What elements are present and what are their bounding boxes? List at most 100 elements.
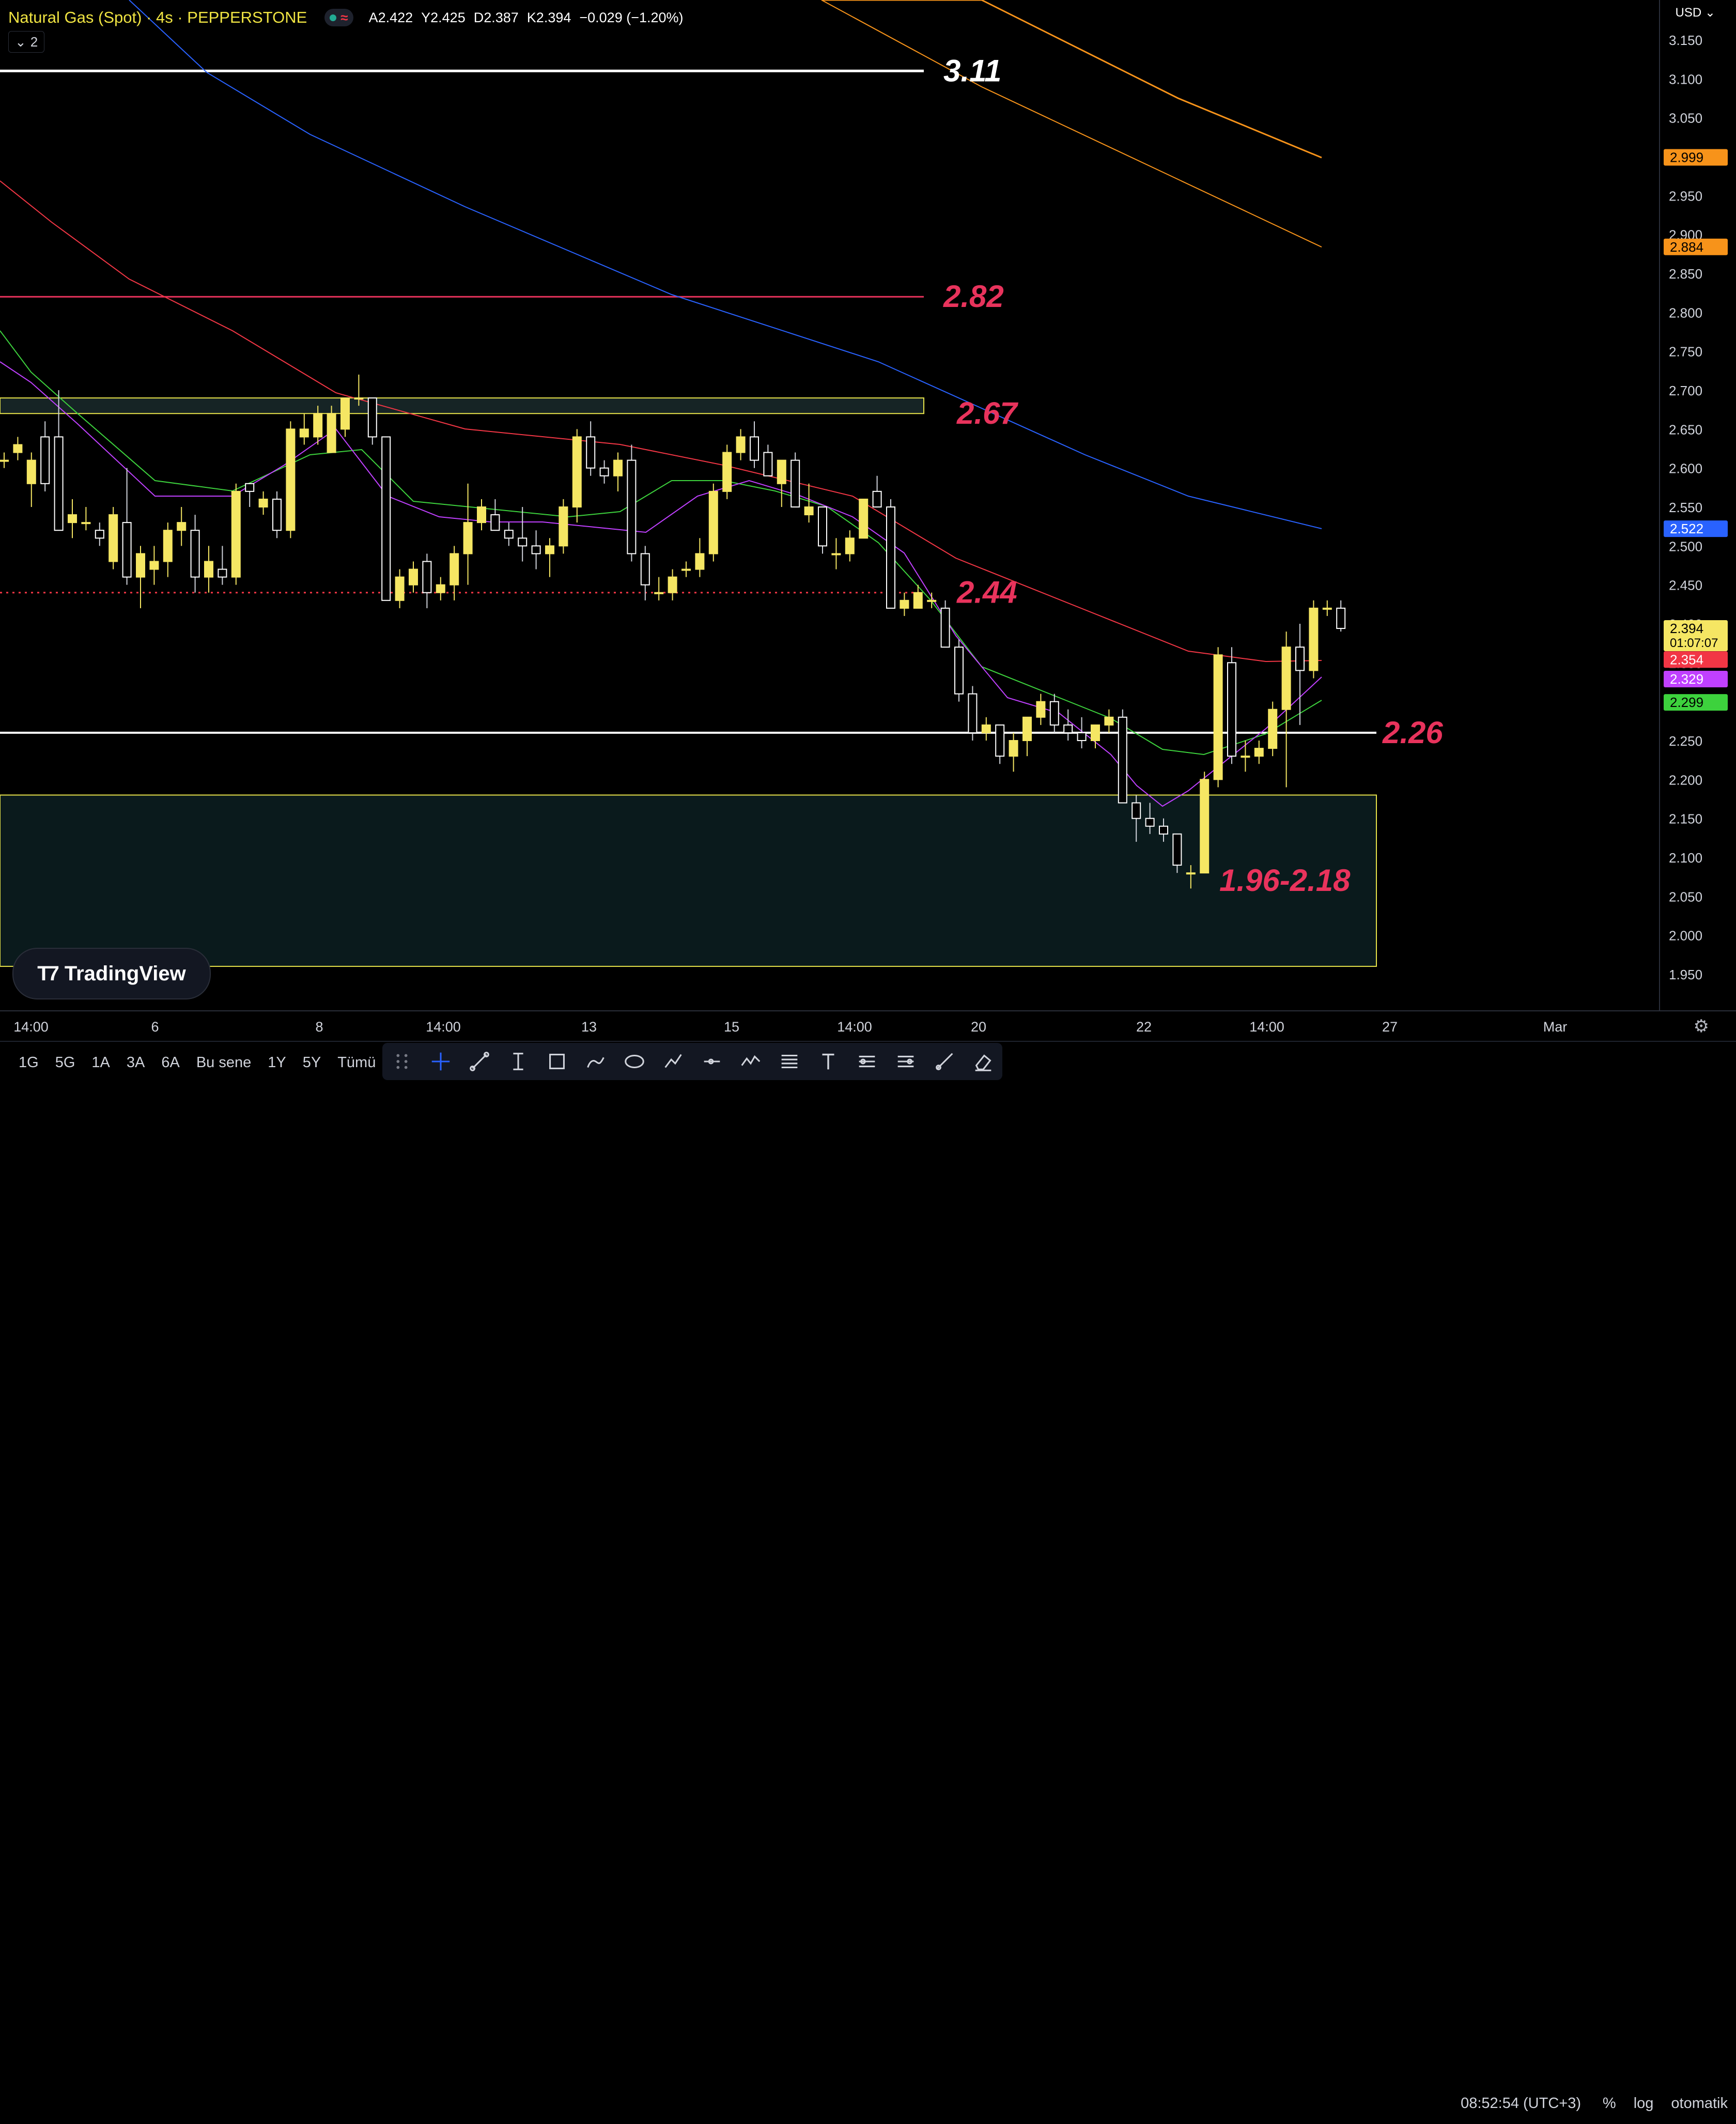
candle-body[interactable] — [1104, 716, 1114, 726]
candle-body[interactable] — [1159, 825, 1168, 835]
brush-icon[interactable] — [580, 1046, 611, 1077]
resistance-zone-box[interactable] — [0, 397, 924, 414]
candle-body[interactable] — [1336, 607, 1346, 629]
level-annotation[interactable]: 2.26 — [1382, 715, 1443, 750]
candle-body[interactable] — [900, 599, 909, 609]
candle-body[interactable] — [1063, 724, 1073, 733]
timeframe-tümü[interactable]: Tümü — [329, 1054, 384, 1071]
candle-body[interactable] — [1309, 607, 1319, 671]
rectangle-icon[interactable] — [541, 1046, 572, 1077]
candle-body[interactable] — [981, 724, 991, 733]
timeframe-1a[interactable]: 1A — [83, 1054, 118, 1071]
candle-body[interactable] — [1322, 607, 1332, 610]
candle-body[interactable] — [572, 436, 582, 508]
candle-body[interactable] — [545, 545, 554, 555]
timeframe-1y[interactable]: 1Y — [259, 1054, 294, 1071]
candle-body[interactable] — [586, 436, 596, 469]
timeframe-6a[interactable]: 6A — [153, 1054, 188, 1071]
candle-body[interactable] — [1213, 654, 1223, 780]
candle-body[interactable] — [613, 459, 623, 476]
candle-body[interactable] — [122, 522, 132, 578]
timeframe-1g[interactable]: 1G — [10, 1054, 47, 1071]
fib-retracement-icon[interactable] — [774, 1046, 805, 1077]
candle-body[interactable] — [845, 537, 855, 555]
level-annotation[interactable]: 1.96-2.18 — [1219, 863, 1351, 898]
candle-body[interactable] — [927, 599, 937, 602]
candle-body[interactable] — [313, 413, 323, 438]
forecast-icon[interactable] — [890, 1046, 921, 1077]
candle-body[interactable] — [136, 553, 145, 578]
candle-body[interactable] — [1009, 740, 1018, 757]
ruler-icon[interactable] — [929, 1046, 960, 1077]
path-icon[interactable] — [658, 1046, 689, 1077]
candle-body[interactable] — [708, 490, 718, 555]
candle-body[interactable] — [245, 483, 255, 492]
moving-average-line-1[interactable] — [821, 0, 1322, 248]
symbol-title[interactable]: Natural Gas (Spot) · 4s · PEPPERSTONE — [8, 8, 307, 27]
chart-canvas[interactable]: 3.11 2.82 2.67 2.44 2.26 1.96-2.18 3.150 3.100… — [0, 0, 1736, 1041]
candle-body[interactable] — [177, 522, 187, 531]
candle-body[interactable] — [422, 561, 432, 593]
timeframe-5y[interactable]: 5Y — [295, 1054, 329, 1071]
candle-body[interactable] — [599, 467, 609, 476]
candle-body[interactable] — [995, 724, 1005, 757]
candle-body[interactable] — [40, 436, 50, 484]
candle-body[interactable] — [940, 607, 950, 648]
xabcd-pattern-icon[interactable] — [735, 1046, 766, 1077]
candle-body[interactable] — [1022, 716, 1032, 742]
candle-body[interactable] — [968, 693, 978, 733]
candle-body[interactable] — [1268, 709, 1278, 749]
level-annotation[interactable]: 2.82 — [943, 279, 1004, 314]
candle-body[interactable] — [818, 506, 827, 547]
clock[interactable]: 08:52:54 (UTC+3) — [1461, 2083, 1581, 2124]
candle-body[interactable] — [518, 537, 528, 547]
candle-body[interactable] — [1200, 779, 1210, 874]
candle-body[interactable] — [1049, 701, 1059, 726]
candle-body[interactable] — [477, 506, 486, 524]
candle-body[interactable] — [1091, 724, 1100, 742]
candle-body[interactable] — [204, 561, 213, 578]
candle-body[interactable] — [654, 592, 664, 594]
currency-select[interactable]: USD ⌄ — [1676, 5, 1715, 20]
candle-body[interactable] — [258, 498, 268, 508]
candle-body[interactable] — [1186, 872, 1196, 875]
crosshair-icon[interactable] — [425, 1046, 456, 1077]
candle-body[interactable] — [490, 514, 500, 531]
indicators-toggle[interactable]: ⌄ 2 — [8, 31, 45, 53]
candle-body[interactable] — [68, 514, 77, 524]
moving-average-line-3[interactable] — [0, 180, 1322, 663]
candle-body[interactable] — [299, 428, 309, 438]
moving-average-line-2[interactable] — [129, 0, 1322, 529]
candle-body[interactable] — [0, 459, 9, 462]
candle-body[interactable] — [1118, 716, 1127, 804]
candle-body[interactable] — [340, 397, 350, 430]
candle-body[interactable] — [395, 576, 405, 601]
candle-body[interactable] — [1172, 833, 1182, 866]
candle-body[interactable] — [149, 561, 159, 570]
demand-zone-box[interactable] — [0, 794, 1377, 967]
candle-body[interactable] — [886, 506, 895, 609]
candle-body[interactable] — [668, 576, 677, 593]
log-toggle[interactable]: log — [1634, 2095, 1654, 2112]
candle-body[interactable] — [409, 568, 418, 586]
candle-body[interactable] — [722, 452, 732, 492]
ellipse-icon[interactable] — [619, 1046, 650, 1077]
candle-body[interactable] — [872, 490, 882, 507]
timeframe-5g[interactable]: 5G — [47, 1054, 84, 1071]
candle-body[interactable] — [1241, 756, 1250, 758]
candle-body[interactable] — [109, 514, 118, 562]
candle-body[interactable] — [163, 530, 173, 562]
candle-body[interactable] — [1281, 647, 1291, 710]
timeframe-bu-sene[interactable]: Bu sene — [188, 1054, 259, 1071]
drag-handle-icon[interactable] — [386, 1046, 417, 1077]
candle-body[interactable] — [627, 459, 637, 555]
timeframe-3a[interactable]: 3A — [118, 1054, 153, 1071]
candle-body[interactable] — [859, 498, 869, 539]
long-position-icon[interactable] — [851, 1046, 882, 1077]
eraser-icon[interactable] — [968, 1046, 999, 1077]
candle-body[interactable] — [367, 397, 377, 438]
candle-body[interactable] — [1145, 818, 1155, 827]
candle-body[interactable] — [436, 584, 445, 593]
candle-body[interactable] — [559, 506, 568, 547]
vertical-measure-icon[interactable] — [503, 1046, 534, 1077]
